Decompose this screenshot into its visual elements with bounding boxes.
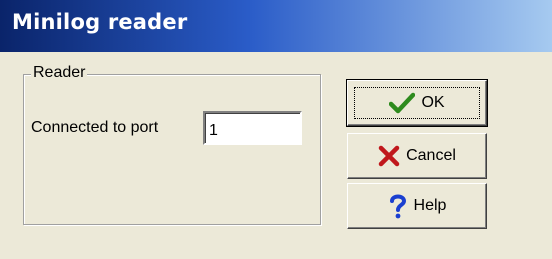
cancel-button[interactable]: Cancel bbox=[347, 133, 487, 179]
port-input[interactable] bbox=[203, 111, 302, 145]
help-label: Help bbox=[413, 197, 447, 214]
groupbox-label: Reader bbox=[31, 64, 88, 82]
ok-button[interactable]: OK bbox=[346, 79, 488, 127]
help-button[interactable]: Help bbox=[347, 183, 487, 229]
cross-icon bbox=[378, 145, 400, 167]
title-bar[interactable]: Minilog reader bbox=[0, 0, 552, 52]
reader-groupbox bbox=[23, 74, 321, 225]
cancel-label: Cancel bbox=[406, 147, 456, 164]
port-label: Connected to port bbox=[31, 119, 159, 136]
question-icon bbox=[388, 193, 408, 219]
focus-rectangle bbox=[354, 87, 480, 119]
window-title: Minilog reader bbox=[12, 10, 188, 34]
